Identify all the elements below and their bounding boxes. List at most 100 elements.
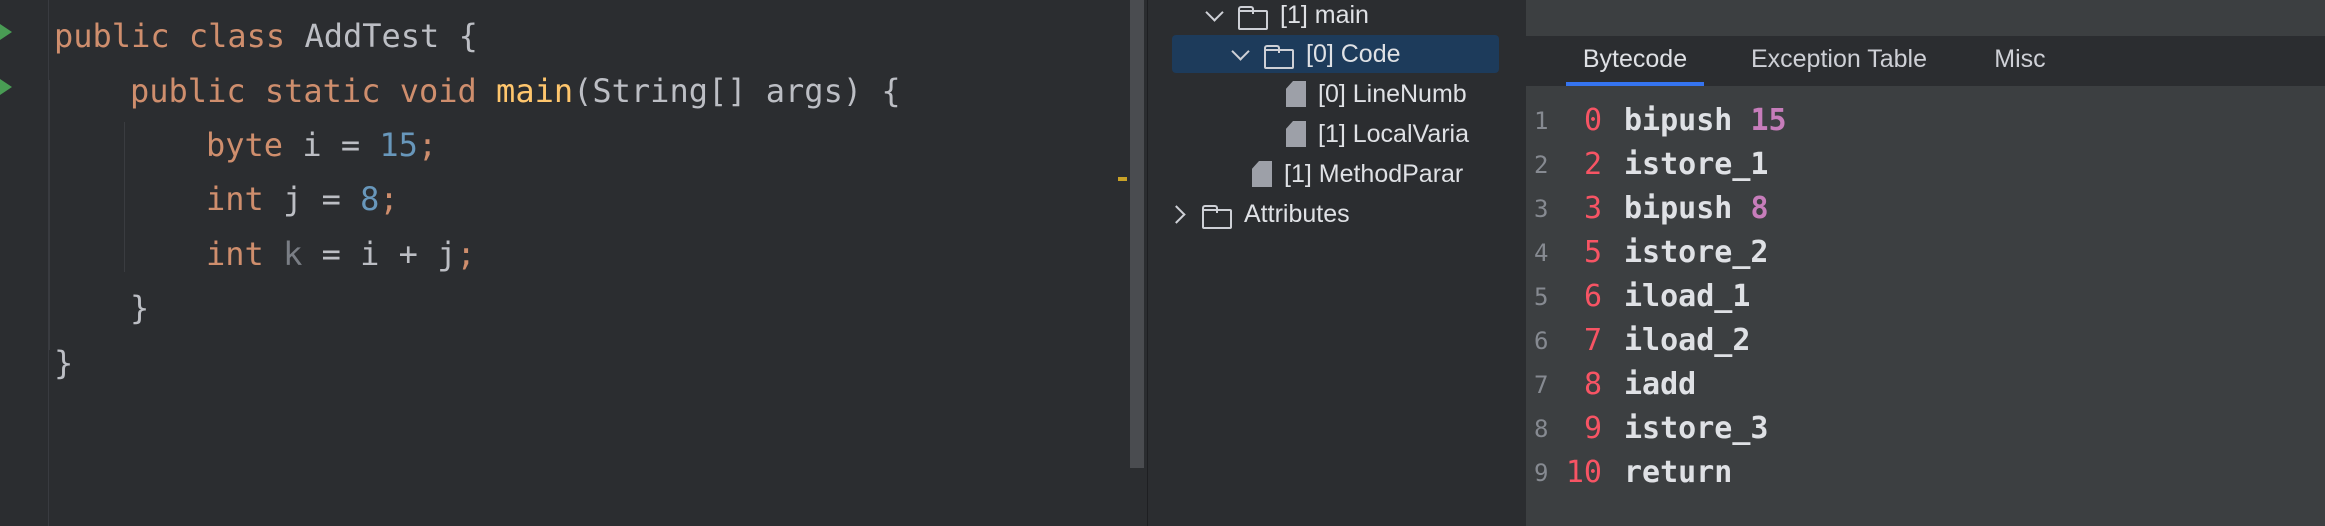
tree-item-label: [1] main (1280, 0, 1369, 29)
bytecode-row: 7 8 iadd (1526, 363, 2306, 407)
line-number: 2 (1534, 151, 1549, 179)
code-line: int j = 8; (206, 179, 399, 219)
bytecode-instruction: bipush 8 (1624, 187, 1769, 231)
code-token: AddTest { (304, 17, 478, 55)
code-token: int (206, 180, 284, 218)
bytecode-instruction: istore_3 (1624, 407, 1769, 451)
editor-scrollbar-thumb[interactable] (1130, 0, 1144, 468)
run-class-icon[interactable] (0, 24, 12, 40)
tree-item-label: [0] LineNumb (1318, 79, 1467, 108)
bytecode-instruction: istore_2 (1624, 231, 1769, 275)
code-token: = i + j (302, 235, 457, 273)
line-number: 5 (1534, 283, 1549, 311)
chevron-down-icon[interactable] (1202, 2, 1228, 28)
folder-icon (1202, 202, 1232, 229)
bytecode-offset: 7 (1583, 323, 1602, 358)
code-token: public static void (130, 72, 497, 110)
bytecode-offset: 5 (1583, 235, 1602, 270)
bytecode-instruction: return (1624, 451, 1732, 495)
code-line: } (54, 343, 73, 383)
bytecode-offset: 2 (1583, 147, 1602, 182)
folder-icon (1264, 42, 1294, 69)
code-token: main (496, 72, 574, 110)
opcode: return (1624, 455, 1733, 490)
chevron-right-icon[interactable] (1166, 201, 1192, 227)
tree-item-0-code[interactable]: [0] Code (1228, 35, 1401, 73)
code-token: (String[] args) { (573, 72, 901, 110)
operand: 8 (1750, 191, 1769, 226)
code-token: ; (456, 235, 476, 273)
opcode: istore_3 (1624, 411, 1769, 446)
bytecode-row: 4 5 istore_2 (1526, 231, 2306, 275)
opcode: iload_1 (1624, 279, 1751, 314)
opcode: bipush (1624, 191, 1733, 226)
code-token: j = (283, 180, 361, 218)
code-token: ; (379, 180, 399, 218)
bytecode-instruction: iload_2 (1624, 319, 1750, 363)
line-number: 6 (1534, 327, 1549, 355)
class-structure-tree[interactable]: [1] main [0] Code [0] LineNumb [1] LocalVar… (1148, 0, 1526, 526)
tree-item-1-localvaria[interactable]: [1] LocalVaria (1286, 115, 1469, 153)
bytecode-row: 2 2 istore_1 (1526, 143, 2306, 187)
line-number: 3 (1534, 195, 1549, 223)
code-line: byte i = 15; (206, 125, 437, 165)
tree-item-label: [0] Code (1306, 39, 1401, 68)
code-token: byte (206, 126, 303, 164)
tree-item-label: [1] LocalVaria (1318, 119, 1470, 148)
editor-gutter (0, 0, 49, 526)
bytecode-instruction: iload_1 (1624, 275, 1750, 319)
code-token: 8 (360, 180, 380, 218)
bytecode-row: 9 10 return (1526, 451, 2306, 495)
code-token: i = (302, 126, 380, 164)
tree-item-1-main[interactable]: [1] main (1202, 0, 1369, 34)
line-number: 1 (1534, 107, 1549, 135)
bytecode-row: 3 3 bipush 8 (1526, 187, 2306, 231)
bytecode-viewer: Bytecode Exception Table Misc 1 0 bipush 15 2… (1526, 0, 2325, 526)
tree-item-0-linenumb[interactable]: [0] LineNumb (1286, 75, 1467, 113)
tree-item-1-methodparar[interactable]: [1] MethodParar (1252, 155, 1463, 193)
code-line: public static void main(String[] args) { (130, 71, 901, 111)
bytecode-instruction: istore_1 (1624, 143, 1769, 187)
code-token: } (130, 289, 150, 327)
code-token: } (54, 344, 74, 382)
bytecode-offset: 3 (1583, 191, 1602, 226)
code-token: 15 (379, 126, 418, 164)
file-icon (1286, 121, 1306, 147)
opcode: iload_2 (1624, 323, 1751, 358)
editor-scrollbar[interactable] (1127, 0, 1147, 526)
bytecode-instruction: bipush 15 (1624, 99, 1787, 143)
line-number: 9 (1534, 459, 1549, 487)
tree-item-label: [1] MethodParar (1284, 159, 1464, 188)
bytecode-offset: 0 (1583, 103, 1602, 138)
bytecode-row: 6 7 iload_2 (1526, 319, 2306, 363)
code-token: ; (417, 126, 438, 164)
operand: 15 (1750, 103, 1787, 138)
file-icon (1252, 161, 1272, 187)
tab-bytecode[interactable]: Bytecode (1566, 36, 1704, 86)
code-editor[interactable]: public class AddTest { public static void… (0, 0, 1127, 526)
run-main-icon[interactable] (0, 79, 12, 95)
bytecode-offset: 6 (1583, 279, 1602, 314)
bytecode-offset: 9 (1583, 411, 1602, 446)
folder-icon (1238, 3, 1268, 30)
tab-misc[interactable]: Misc (1976, 36, 2064, 86)
opcode: bipush (1624, 103, 1733, 138)
tab-exception-table[interactable]: Exception Table (1732, 36, 1946, 86)
indent-guide (49, 80, 50, 350)
code-line: public class AddTest { (54, 16, 478, 56)
chevron-down-icon[interactable] (1228, 41, 1254, 67)
code-token: k (283, 235, 303, 273)
file-icon (1286, 81, 1306, 107)
indent-guide (124, 122, 125, 272)
line-number: 7 (1534, 371, 1549, 399)
line-number: 4 (1534, 239, 1549, 267)
code-line: } (130, 288, 149, 328)
opcode: istore_1 (1624, 147, 1769, 182)
line-number: 8 (1534, 415, 1549, 443)
opcode: iadd (1624, 367, 1697, 402)
bytecode-offset: 10 (1565, 455, 1602, 490)
bytecode-row: 5 6 iload_1 (1526, 275, 2306, 319)
tree-item-attributes[interactable]: Attributes (1166, 195, 1350, 233)
code-token: int (206, 235, 284, 273)
opcode: istore_2 (1624, 235, 1769, 270)
